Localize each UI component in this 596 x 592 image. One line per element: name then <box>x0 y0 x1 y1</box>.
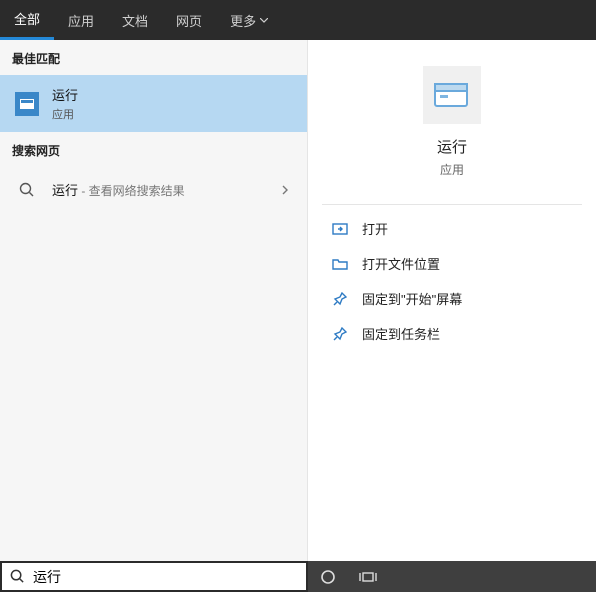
web-result-term: 运行 <box>52 183 78 198</box>
chevron-down-icon <box>260 18 268 23</box>
results-pane: 最佳匹配 运行 应用 搜索网页 运行 - 查看网络搜索结果 <box>0 40 308 561</box>
detail-title: 运行 <box>308 136 596 157</box>
action-label: 固定到任务栏 <box>362 324 440 343</box>
tab-more[interactable]: 更多 <box>216 0 282 40</box>
result-run-app[interactable]: 运行 应用 <box>0 75 307 132</box>
taskbar <box>0 561 596 592</box>
filter-tabs: 全部 应用 文档 网页 更多 <box>0 0 596 40</box>
action-pin-start[interactable]: 固定到"开始"屏幕 <box>308 281 596 316</box>
result-web-search[interactable]: 运行 - 查看网络搜索结果 <box>0 167 307 213</box>
web-result-suffix: - 查看网络搜索结果 <box>78 184 185 198</box>
result-title: 运行 <box>52 85 293 104</box>
tab-all[interactable]: 全部 <box>0 0 54 40</box>
pin-icon <box>330 326 350 342</box>
detail-subtitle: 应用 <box>308 161 596 178</box>
open-icon <box>330 221 350 237</box>
result-subtitle: 应用 <box>52 106 293 122</box>
action-label: 打开 <box>362 219 388 238</box>
best-match-header: 最佳匹配 <box>0 40 307 75</box>
action-open-file-location[interactable]: 打开文件位置 <box>308 246 596 281</box>
chevron-right-icon <box>278 185 293 195</box>
search-icon <box>14 177 40 203</box>
pin-icon <box>330 291 350 307</box>
tab-web[interactable]: 网页 <box>162 0 216 40</box>
action-label: 打开文件位置 <box>362 254 440 273</box>
tab-documents[interactable]: 文档 <box>108 0 162 40</box>
action-open[interactable]: 打开 <box>308 211 596 246</box>
action-pin-taskbar[interactable]: 固定到任务栏 <box>308 316 596 351</box>
detail-app-icon <box>423 66 481 124</box>
detail-pane: 运行 应用 打开 打开文件位置 固定到"开始"屏幕 固定到任务栏 <box>308 40 596 561</box>
cortana-button[interactable] <box>308 561 348 592</box>
run-app-icon <box>14 91 40 117</box>
action-label: 固定到"开始"屏幕 <box>362 289 462 308</box>
task-view-button[interactable] <box>348 561 388 592</box>
web-search-header: 搜索网页 <box>0 132 307 167</box>
search-icon <box>10 569 25 584</box>
tab-apps[interactable]: 应用 <box>54 0 108 40</box>
search-input[interactable] <box>33 569 298 585</box>
divider <box>322 204 582 205</box>
folder-icon <box>330 256 350 272</box>
search-box[interactable] <box>0 561 308 592</box>
